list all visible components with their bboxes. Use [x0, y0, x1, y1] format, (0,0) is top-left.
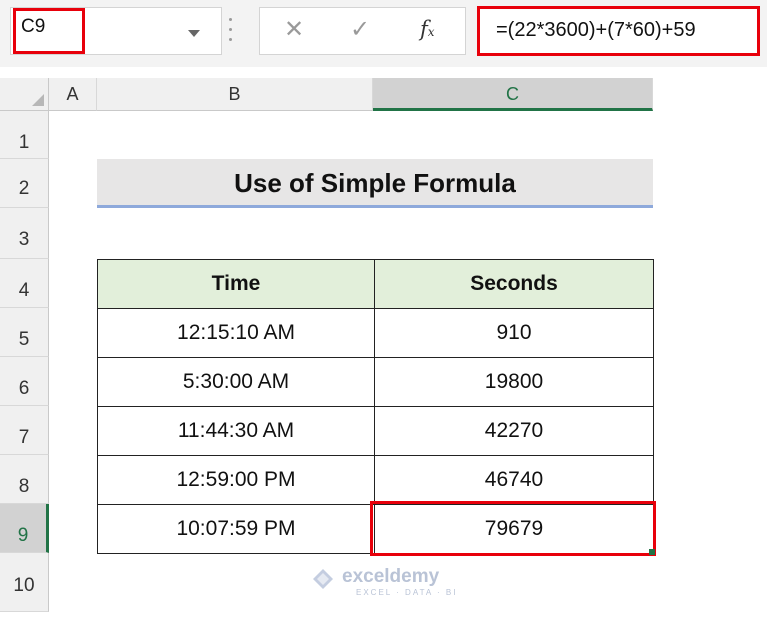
- table-row: 12:59:00 PM 46740: [97, 455, 654, 505]
- time-cell[interactable]: 5:30:00 AM: [97, 357, 375, 407]
- row-header-10[interactable]: 10: [0, 553, 49, 612]
- column-header-a[interactable]: A: [49, 78, 97, 111]
- sheet-title: Use of Simple Formula: [234, 168, 516, 198]
- seconds-cell[interactable]: 46740: [374, 455, 654, 505]
- row-header-5[interactable]: 5: [0, 308, 49, 357]
- formula-buttons: ✕ ✓ fx: [259, 7, 466, 55]
- seconds-cell[interactable]: 910: [374, 308, 654, 358]
- select-all-corner[interactable]: [0, 78, 49, 111]
- column-header-b[interactable]: B: [97, 78, 373, 111]
- row-header-8[interactable]: 8: [0, 455, 49, 504]
- watermark-tagline: EXCEL · DATA · BI: [356, 588, 458, 597]
- fill-handle[interactable]: [649, 549, 655, 555]
- table-row: 11:44:30 AM 42270: [97, 406, 654, 456]
- selected-cell-highlight: [370, 501, 656, 556]
- title-cell[interactable]: Use of Simple Formula: [97, 159, 653, 208]
- row-header-6[interactable]: 6: [0, 357, 49, 406]
- row-header-3[interactable]: 3: [0, 208, 49, 259]
- table-header-row: Time Seconds: [97, 259, 654, 309]
- table-row: 5:30:00 AM 19800: [97, 357, 654, 407]
- name-box-highlight: [13, 8, 85, 54]
- enter-check-icon[interactable]: ✓: [350, 17, 370, 43]
- insert-function-icon[interactable]: fx: [420, 17, 435, 41]
- chevron-down-icon[interactable]: [188, 30, 200, 37]
- exceldemy-logo-icon: [313, 569, 333, 589]
- formula-text: =(22*3600)+(7*60)+59: [496, 19, 696, 41]
- watermark-name: exceldemy: [342, 566, 440, 587]
- header-cell-seconds[interactable]: Seconds: [374, 259, 654, 309]
- column-header-c[interactable]: C: [373, 78, 653, 111]
- formula-input[interactable]: =(22*3600)+(7*60)+59: [477, 6, 760, 56]
- vertical-dots-icon: [229, 18, 233, 44]
- row-header-4[interactable]: 4: [0, 259, 49, 308]
- table-row: 12:15:10 AM 910: [97, 308, 654, 358]
- formula-bar-area: C9 ✕ ✓ fx =(22*3600)+(7*60)+59: [0, 0, 767, 67]
- time-cell[interactable]: 10:07:59 PM: [97, 504, 375, 554]
- time-cell[interactable]: 12:15:10 AM: [97, 308, 375, 358]
- time-cell[interactable]: 11:44:30 AM: [97, 406, 375, 456]
- row-header-1[interactable]: 1: [0, 111, 49, 159]
- time-cell[interactable]: 12:59:00 PM: [97, 455, 375, 505]
- row-header-7[interactable]: 7: [0, 406, 49, 455]
- header-cell-time[interactable]: Time: [97, 259, 375, 309]
- cancel-icon[interactable]: ✕: [284, 17, 304, 43]
- row-header-9[interactable]: 9: [0, 504, 49, 553]
- seconds-cell[interactable]: 42270: [374, 406, 654, 456]
- seconds-cell[interactable]: 19800: [374, 357, 654, 407]
- row-header-2[interactable]: 2: [0, 159, 49, 208]
